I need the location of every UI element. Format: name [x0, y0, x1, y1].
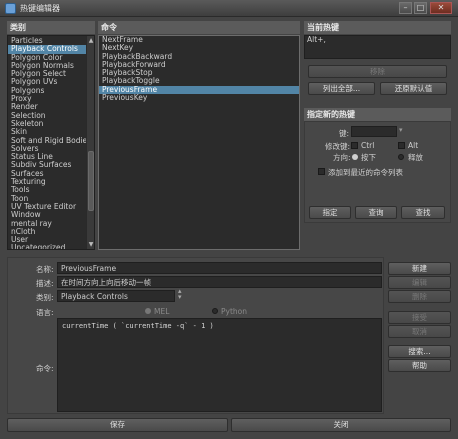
category-dropdown-icon[interactable]: ▴ ▾	[178, 288, 182, 301]
python-radio[interactable]	[212, 308, 218, 314]
alt-checkbox[interactable]	[398, 142, 405, 149]
current-hotkey-value[interactable]: Alt+,	[305, 36, 450, 44]
window-title: 热键编辑器	[20, 4, 60, 13]
category-label: 类别:	[36, 293, 54, 302]
key-input[interactable]	[351, 126, 397, 137]
release-radio[interactable]	[398, 154, 404, 160]
find-button[interactable]: 查找	[401, 206, 445, 219]
commands-list[interactable]: NextFrame NextKey PlaybackBackward Playback…	[98, 35, 300, 250]
restore-defaults-button[interactable]: 还原默认值	[380, 82, 447, 95]
categories-header: 类别	[7, 21, 95, 34]
scroll-down-icon[interactable]: ▼	[87, 240, 94, 249]
command-text[interactable]: currentTime ( `currentTime -q` - 1 )	[58, 319, 381, 333]
edit-button[interactable]: 编辑	[388, 276, 451, 289]
maximize-icon[interactable]: □	[414, 2, 427, 14]
category-list-item[interactable]: Uncategorized	[8, 244, 86, 249]
direction-label: 方向:	[333, 153, 351, 162]
release-label: 释放	[408, 153, 423, 162]
category-select[interactable]: Playback Controls	[57, 290, 175, 302]
recent-list-label: 添加到最近的命令列表	[328, 168, 403, 177]
app-icon	[5, 3, 16, 14]
query-button[interactable]: 查询	[355, 206, 397, 219]
command-label: 命令:	[36, 364, 54, 373]
delete-button[interactable]: 删除	[388, 290, 451, 303]
help-button[interactable]: 帮助	[388, 359, 451, 372]
mel-label: MEL	[154, 307, 170, 316]
name-input[interactable]: PreviousFrame	[57, 262, 382, 274]
description-label: 描述:	[36, 279, 54, 288]
scroll-thumb[interactable]	[88, 151, 94, 211]
description-input[interactable]: 在时间方向上向后移动一帧	[57, 276, 382, 288]
accept-button[interactable]: 接受	[388, 311, 451, 324]
key-dropdown-icon[interactable]: ▾	[399, 126, 403, 134]
command-editor[interactable]: currentTime ( `currentTime -q` - 1 )	[57, 318, 382, 412]
current-hotkey-header: 当前热键	[304, 21, 451, 34]
assign-hotkey-header: 指定新的热键	[304, 108, 451, 121]
python-label: Python	[221, 307, 247, 316]
key-label: 键:	[339, 129, 350, 138]
close-icon[interactable]: ✕	[430, 2, 452, 14]
current-hotkey-list[interactable]: Alt+,	[304, 35, 451, 59]
list-all-button[interactable]: 列出全部...	[308, 82, 375, 95]
title-bar	[0, 0, 458, 17]
categories-scrollbar[interactable]: ▲ ▼	[86, 36, 94, 249]
modifier-label: 修改键:	[325, 142, 351, 151]
assign-button[interactable]: 指定	[309, 206, 351, 219]
minimize-icon[interactable]: –	[399, 2, 412, 14]
command-list-item[interactable]: PreviousKey	[99, 93, 299, 102]
cancel-button[interactable]: 取消	[388, 325, 451, 338]
close-button[interactable]: 关闭	[231, 418, 451, 432]
scroll-up-icon[interactable]: ▲	[87, 36, 94, 45]
ctrl-label: Ctrl	[361, 141, 375, 150]
press-label: 按下	[361, 153, 376, 162]
alt-label: Alt	[408, 141, 419, 150]
search-button[interactable]: 搜索...	[388, 345, 451, 358]
recent-list-checkbox[interactable]	[318, 168, 325, 175]
ctrl-checkbox[interactable]	[351, 142, 358, 149]
remove-button[interactable]: 移除	[308, 65, 447, 78]
press-radio[interactable]	[352, 154, 358, 160]
name-label: 名称:	[36, 265, 54, 274]
new-button[interactable]: 新建	[388, 262, 451, 275]
save-button[interactable]: 保存	[7, 418, 228, 432]
categories-list[interactable]: Particles Playback Controls Polygon Color P…	[7, 35, 95, 250]
commands-header: 命令	[98, 21, 300, 34]
mel-radio[interactable]	[145, 308, 151, 314]
language-label: 语言:	[36, 308, 54, 317]
